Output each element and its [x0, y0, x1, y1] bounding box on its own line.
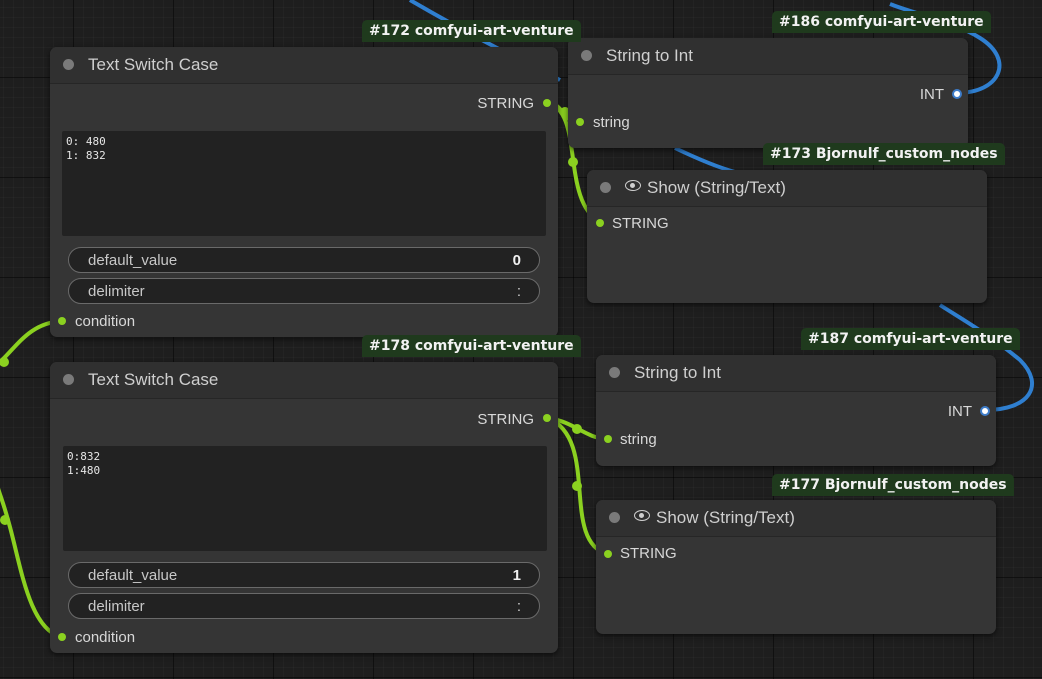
node-string-to-int-187[interactable]: String to Int INT string: [596, 355, 996, 466]
node-text-switch-case-172[interactable]: Text Switch Case STRING 0: 480 1: 832 de…: [50, 47, 558, 337]
node-title: String to Int: [634, 363, 721, 382]
input-slot-string[interactable]: [604, 435, 612, 443]
output-label: STRING: [477, 411, 534, 428]
input-label: condition: [75, 313, 136, 330]
node-title-text: Show (String/Text): [656, 508, 795, 527]
int-link-background-b: [674, 146, 736, 174]
output-label: INT: [919, 86, 944, 103]
output-slot-string[interactable]: [543, 414, 551, 422]
collapse-dot-icon[interactable]: [63, 374, 74, 385]
input-slot-string[interactable]: [596, 219, 604, 227]
node-title: String to Int: [606, 46, 693, 65]
widget-label: delimiter: [88, 598, 145, 615]
input-slot-string[interactable]: [604, 550, 612, 558]
node-title: Text Switch Case: [88, 370, 219, 389]
node-header[interactable]: Show (String/Text): [596, 500, 996, 537]
widget-value: 0: [512, 252, 521, 269]
output-slot-int[interactable]: [952, 89, 962, 99]
node-show-text-177[interactable]: Show (String/Text) STRING: [596, 500, 996, 634]
widget-label: default_value: [88, 252, 178, 269]
input-label: string: [620, 431, 657, 448]
node-badge-187: #187 comfyui-art-venture: [801, 328, 1020, 350]
widget-value: 1: [512, 567, 521, 584]
node-text-switch-case-178[interactable]: Text Switch Case STRING 0:832 1:480 defa…: [50, 362, 558, 653]
delimiter-widget[interactable]: delimiter :: [68, 278, 540, 304]
link-midpoint: [572, 424, 582, 434]
cases-textarea[interactable]: 0:832 1:480: [63, 446, 547, 551]
input-label: STRING: [620, 545, 677, 562]
widget-value: :: [516, 598, 521, 615]
default-value-widget[interactable]: default_value 1: [68, 562, 540, 588]
widget-label: delimiter: [88, 283, 145, 300]
node-title-text: Show (String/Text): [647, 178, 786, 197]
input-slot-condition[interactable]: [58, 317, 66, 325]
input-slot-string[interactable]: [576, 118, 584, 126]
link-midpoint: [572, 481, 582, 491]
collapse-dot-icon[interactable]: [581, 50, 592, 61]
node-header[interactable]: String to Int: [596, 355, 996, 392]
node-show-text-173[interactable]: Show (String/Text) STRING: [587, 170, 987, 303]
input-slot-condition[interactable]: [58, 633, 66, 641]
link-midpoint: [568, 157, 578, 167]
widget-value: :: [516, 283, 521, 300]
input-label: STRING: [612, 215, 669, 232]
output-slot-int[interactable]: [980, 406, 990, 416]
eye-icon: [625, 180, 641, 191]
node-header[interactable]: Text Switch Case: [50, 362, 558, 399]
cases-textarea[interactable]: 0: 480 1: 832: [62, 131, 546, 236]
node-header[interactable]: Show (String/Text): [587, 170, 987, 207]
node-badge-172: #172 comfyui-art-venture: [362, 20, 581, 42]
node-badge-186: #186 comfyui-art-venture: [772, 11, 991, 33]
node-badge-177: #177 Bjornulf_custom_nodes: [772, 474, 1014, 496]
collapse-dot-icon[interactable]: [63, 59, 74, 70]
collapse-dot-icon[interactable]: [609, 367, 620, 378]
delimiter-widget[interactable]: delimiter :: [68, 593, 540, 619]
node-title: Show (String/Text): [625, 178, 786, 198]
node-header[interactable]: String to Int: [568, 38, 968, 75]
node-header[interactable]: Text Switch Case: [50, 47, 558, 84]
default-value-widget[interactable]: default_value 0: [68, 247, 540, 273]
node-title: Show (String/Text): [634, 508, 795, 528]
output-label: INT: [947, 403, 972, 420]
link-midpoint: [0, 515, 10, 525]
output-slot-string[interactable]: [543, 99, 551, 107]
node-title: Text Switch Case: [88, 55, 219, 74]
output-label: STRING: [477, 95, 534, 112]
node-string-to-int-186[interactable]: String to Int INT string: [568, 38, 968, 148]
link-midpoint: [0, 357, 9, 367]
node-badge-178: #178 comfyui-art-venture: [362, 335, 581, 357]
node-badge-173: #173 Bjornulf_custom_nodes: [763, 143, 1005, 165]
widget-label: default_value: [88, 567, 178, 584]
collapse-dot-icon[interactable]: [600, 182, 611, 193]
input-label: string: [593, 114, 630, 131]
eye-icon: [634, 510, 650, 521]
input-label: condition: [75, 629, 136, 646]
collapse-dot-icon[interactable]: [609, 512, 620, 523]
